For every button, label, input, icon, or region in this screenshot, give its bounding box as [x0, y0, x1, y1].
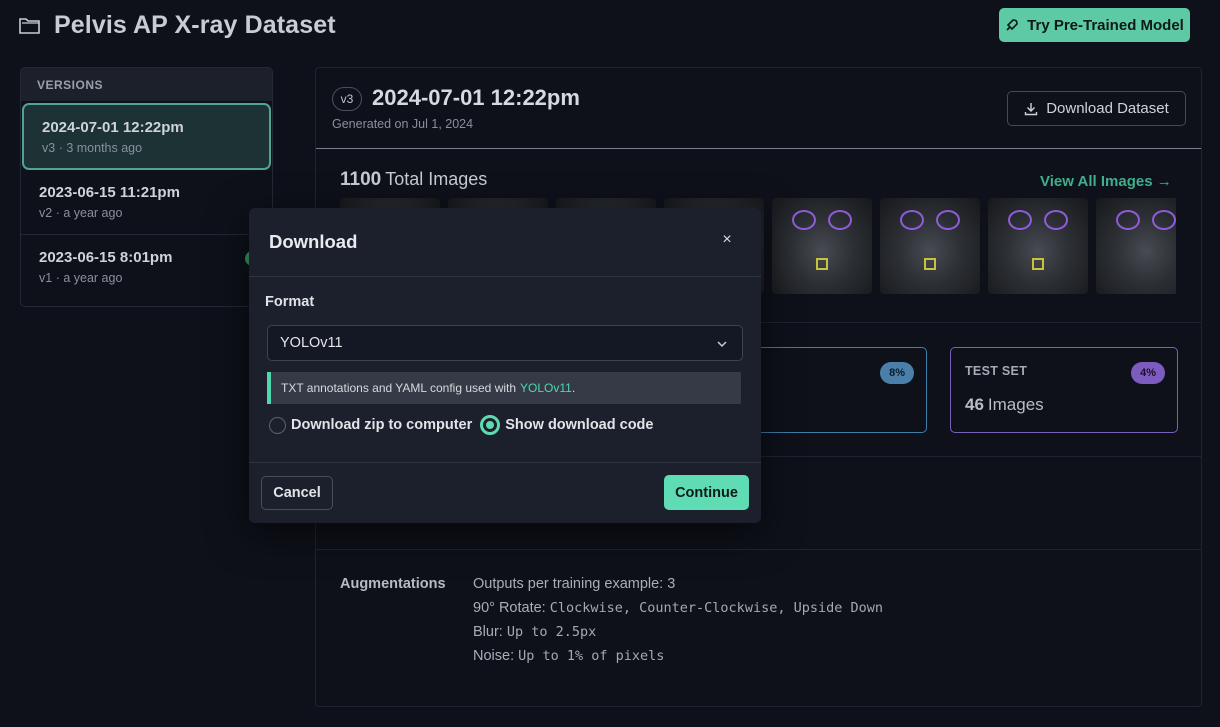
image-thumbnail[interactable] [1096, 198, 1176, 294]
format-label: Format [265, 294, 315, 310]
format-info: TXT annotations and YAML config used wit… [267, 372, 741, 404]
version-generated-date: Generated on Jul 1, 2024 [332, 117, 474, 131]
download-icon [1025, 102, 1038, 115]
radio-download-zip[interactable]: Download zip to computer [269, 416, 473, 434]
version-name: 2023-06-15 11:21pm [39, 184, 180, 201]
version-name: 2024-07-01 12:22pm [42, 119, 184, 136]
version-title: 2024-07-01 12:22pm [372, 85, 580, 110]
view-all-images-link[interactable]: View All Images → [1040, 173, 1172, 190]
format-select[interactable]: YOLOv11 [267, 325, 743, 361]
close-icon[interactable]: × [717, 230, 737, 250]
chevron-down-icon [717, 341, 727, 348]
augmentation-item: Blur: Up to 2.5px [473, 624, 597, 640]
download-modal: Download × Format YOLOv11 TXT annotation… [249, 208, 761, 523]
modal-title: Download [269, 231, 358, 252]
download-option-group: Download zip to computer Show download c… [269, 415, 661, 435]
versions-panel: VERSIONS 2024-07-01 12:22pm v3 · 3 month… [20, 67, 273, 307]
download-dataset-label: Download Dataset [1046, 100, 1169, 117]
radio-label: Show download code [505, 417, 654, 433]
total-images: 1100 Total Images [340, 169, 488, 190]
augmentation-item: Noise: Up to 1% of pixels [473, 648, 665, 664]
radio-button[interactable] [269, 416, 286, 434]
page-title: Pelvis AP X-ray Dataset [54, 10, 336, 39]
page-header: Pelvis AP X-ray Dataset [18, 8, 336, 42]
version-item-v3[interactable]: 2024-07-01 12:22pm v3 · 3 months ago [22, 103, 271, 170]
augmentations-label: Augmentations [340, 576, 446, 592]
version-name: 2023-06-15 8:01pm [39, 249, 173, 266]
divider [249, 462, 761, 463]
version-meta: v2 · a year ago [39, 206, 123, 220]
test-set-card: TEST SET 4% 46 Images [950, 347, 1178, 433]
download-dataset-button[interactable]: Download Dataset [1007, 91, 1186, 126]
version-item-v1[interactable]: 2023-06-15 8:01pm v1 · a year ago ✓ [21, 235, 272, 300]
version-meta: v1 · a year ago [39, 271, 123, 285]
image-thumbnail[interactable] [988, 198, 1088, 294]
version-header: v3 2024-07-01 12:22pm Generated on Jul 1… [316, 68, 1201, 149]
try-pretrained-model-button[interactable]: Try Pre-Trained Model [999, 8, 1190, 42]
version-meta: v3 · 3 months ago [42, 141, 143, 155]
image-thumbnail[interactable] [772, 198, 872, 294]
continue-button[interactable]: Continue [664, 475, 749, 510]
version-badge: v3 [332, 87, 362, 111]
versions-heading: VERSIONS [21, 68, 272, 101]
format-select-value: YOLOv11 [280, 335, 343, 351]
divider [249, 276, 761, 277]
rocket-icon [1006, 19, 1018, 31]
augmentation-item: 90° Rotate: Clockwise, Counter-Clockwise… [473, 600, 883, 616]
test-set-count: 46 Images [965, 395, 1044, 414]
valid-set-percent-badge: 8% [880, 362, 914, 384]
radio-label: Download zip to computer [291, 417, 473, 433]
folder-icon [19, 18, 40, 34]
divider [316, 549, 1201, 550]
image-thumbnail[interactable] [880, 198, 980, 294]
radio-button-selected[interactable] [480, 415, 501, 435]
format-info-link[interactable]: YOLOv11 [520, 381, 572, 395]
augmentations-list: Outputs per training example: 3 90° Rota… [473, 576, 883, 672]
augmentation-outputs: Outputs per training example: 3 [473, 576, 676, 592]
cancel-button[interactable]: Cancel [261, 476, 333, 510]
version-item-v2[interactable]: 2023-06-15 11:21pm v2 · a year ago [21, 170, 272, 235]
try-pretrained-model-label: Try Pre-Trained Model [1027, 16, 1184, 34]
test-set-percent-badge: 4% [1131, 362, 1165, 384]
radio-show-code[interactable]: Show download code [480, 415, 653, 435]
